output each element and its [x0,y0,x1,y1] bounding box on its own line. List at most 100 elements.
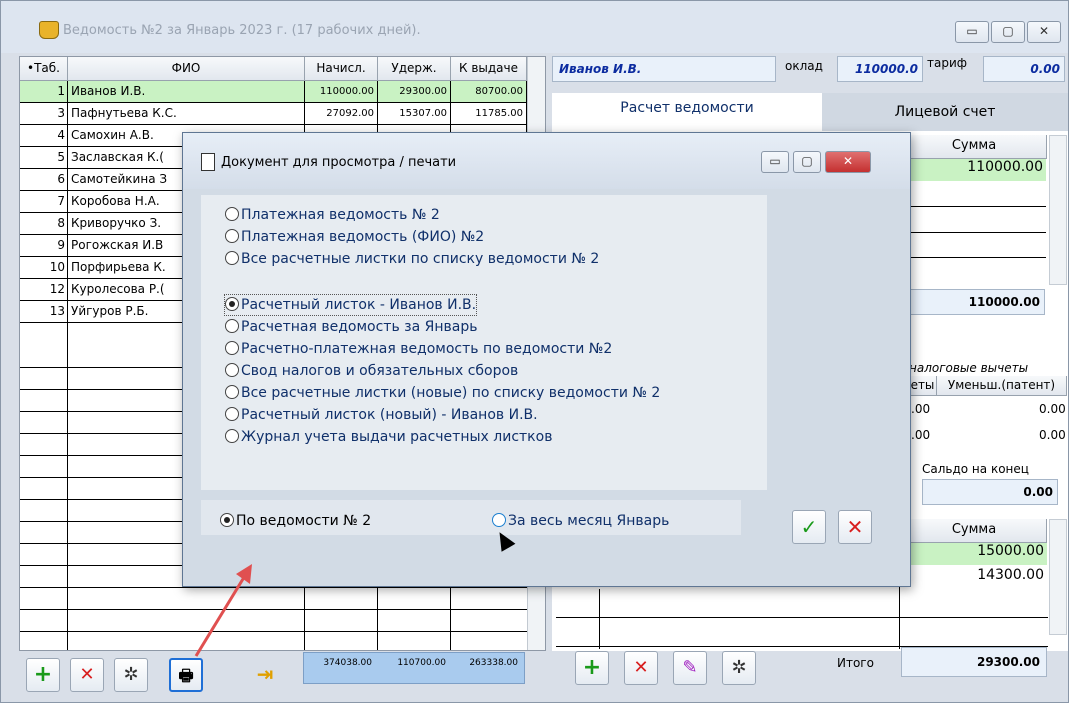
total-value: 110000.00 [909,289,1045,315]
tax-deductions-label: налоговые вычеты [909,361,1029,375]
r2b: 0.00 [1039,428,1066,442]
add-button-2[interactable]: + [575,651,609,685]
cell-tab[interactable]: 13 [20,301,68,323]
cell-payout[interactable]: 80700.00 [451,81,527,103]
header-payout[interactable]: К выдаче [451,57,527,81]
settings-button[interactable]: ✲ [114,658,148,692]
print-option[interactable]: Расчетная ведомость за Январь [225,317,477,337]
scope-option-a[interactable]: По ведомости № 2 [220,511,371,531]
options-panel: Платежная ведомость № 2 Платежная ведомос… [201,195,767,490]
cell-tab[interactable]: 10 [20,257,68,279]
sum-value: 110000.00 [906,159,1046,181]
dialog-maximize-button[interactable]: ▢ [793,151,821,173]
ok-button[interactable]: ✓ [792,510,826,544]
delete-button[interactable]: ✕ [70,658,104,692]
print-option[interactable]: Свод налогов и обязательных сборов [225,361,518,381]
radio-icon [225,341,239,355]
print-option-label: Журнал учета выдачи расчетных листков [241,429,553,445]
sum2-header: Сумма [901,519,1047,543]
sum-header: Сумма [901,135,1047,159]
dialog-close-button[interactable]: ✕ [825,151,871,173]
maximize-button[interactable]: ▢ [991,21,1025,43]
print-option[interactable]: Расчетно-платежная ведомость по ведомост… [225,339,612,359]
radio-icon [225,207,239,221]
radio-icon [225,429,239,443]
delete-button-2[interactable]: ✕ [624,651,658,685]
minimize-button[interactable]: ▭ [955,21,989,43]
scope-option-b[interactable]: За весь месяц Январь [492,511,669,531]
header-fio[interactable]: ФИО [68,57,305,81]
radio-icon [492,513,506,527]
annotation-arrow [194,564,252,657]
cell-tab[interactable]: 6 [20,169,68,191]
print-option[interactable]: Все расчетные листки (новые) по списку в… [225,383,660,403]
cell-tab[interactable]: 3 [20,103,68,125]
tab-account[interactable]: Лицевой счет [822,93,1068,131]
total-payout: 263338.00 [469,658,518,668]
cell-tab[interactable]: 12 [20,279,68,301]
cell-withheld[interactable]: 15307.00 [378,103,451,125]
salary-label: оклад [785,59,823,73]
print-option-label: Расчетная ведомость за Январь [241,319,478,335]
print-option-label: Все расчетные листки (новые) по списку в… [241,385,661,401]
scope-a-label: По ведомости № 2 [236,513,372,529]
print-option[interactable]: Журнал учета выдачи расчетных листков [225,427,552,447]
header-accrued[interactable]: Начисл. [305,57,378,81]
document-icon [201,153,215,171]
cell-tab[interactable]: 8 [20,213,68,235]
print-option[interactable]: Расчетный листок - Иванов И.В. [223,294,478,316]
radio-icon [225,385,239,399]
cell-tab[interactable]: 1 [20,81,68,103]
settings-button-2[interactable]: ✲ [722,651,756,685]
close-button[interactable]: ✕ [1027,21,1061,43]
print-option-label: Все расчетные листки по списку ведомости… [241,251,600,267]
scope-b-label: За весь месяц Январь [508,513,670,529]
cancel-button[interactable]: ✕ [838,510,872,544]
tab-calc[interactable]: Расчет ведомости [552,93,822,131]
itogo-value: 29300.00 [901,647,1047,677]
sum2-value-1: 15000.00 [901,543,1047,565]
r1b: 0.00 [1039,402,1066,416]
radio-icon [225,319,239,333]
print-option-label: Платежная ведомость № 2 [241,207,440,223]
print-option-label: Расчетно-платежная ведомость по ведомост… [241,341,613,357]
rate-label: тариф [927,56,968,70]
cell-fio[interactable]: Пафнутьева К.С. [68,103,305,125]
rule-3 [906,257,1046,258]
cell-tab[interactable]: 4 [20,125,68,147]
scroll-a[interactable] [1049,135,1067,285]
scroll-b[interactable] [1049,519,1067,635]
print-option-label: Свод налогов и обязательных сборов [241,363,519,379]
cell-payout[interactable]: 11785.00 [451,103,527,125]
print-option[interactable]: Платежная ведомость (ФИО) №2 [225,227,484,247]
main-window: Ведомость №2 за Январь 2023 г. (17 рабоч… [0,0,1069,703]
rate-field[interactable]: 0.00 [983,56,1065,82]
cell-tab[interactable]: 5 [20,147,68,169]
header-withheld[interactable]: Удерж. [378,57,451,81]
cell-accrued[interactable]: 110000.00 [305,81,378,103]
cell-withheld[interactable]: 29300.00 [378,81,451,103]
rule-1 [906,206,1046,207]
print-option[interactable]: Расчетный листок (новый) - Иванов И.В. [225,405,538,425]
cell-accrued[interactable]: 27092.00 [305,103,378,125]
print-option-label: Расчетный листок - Иванов И.В. [241,297,477,313]
col-line-1 [67,81,68,650]
app-icon [39,21,59,39]
print-option[interactable]: Все расчетные листки по списку ведомости… [225,249,599,269]
print-option-label: Расчетный листок (новый) - Иванов И.В. [241,407,538,423]
header-tab[interactable]: •Таб. [20,57,68,81]
add-button[interactable]: + [26,658,60,692]
window-title: Ведомость №2 за Январь 2023 г. (17 рабоч… [63,23,421,38]
cell-tab[interactable]: 9 [20,235,68,257]
edit-button[interactable]: ✎ [673,651,707,685]
print-option[interactable]: Платежная ведомость № 2 [225,205,440,225]
radio-icon [225,363,239,377]
dialog-minimize-button[interactable]: ▭ [761,151,789,173]
dialog-title: Документ для просмотра / печати [221,155,457,170]
radio-icon [220,513,234,527]
title-bar: Ведомость №2 за Январь 2023 г. (17 рабоч… [1,1,1068,53]
itogo-label: Итого [837,656,874,670]
salary-field[interactable]: 110000.0 [837,56,923,82]
cell-tab[interactable]: 7 [20,191,68,213]
cell-fio[interactable]: Иванов И.В. [68,81,305,103]
